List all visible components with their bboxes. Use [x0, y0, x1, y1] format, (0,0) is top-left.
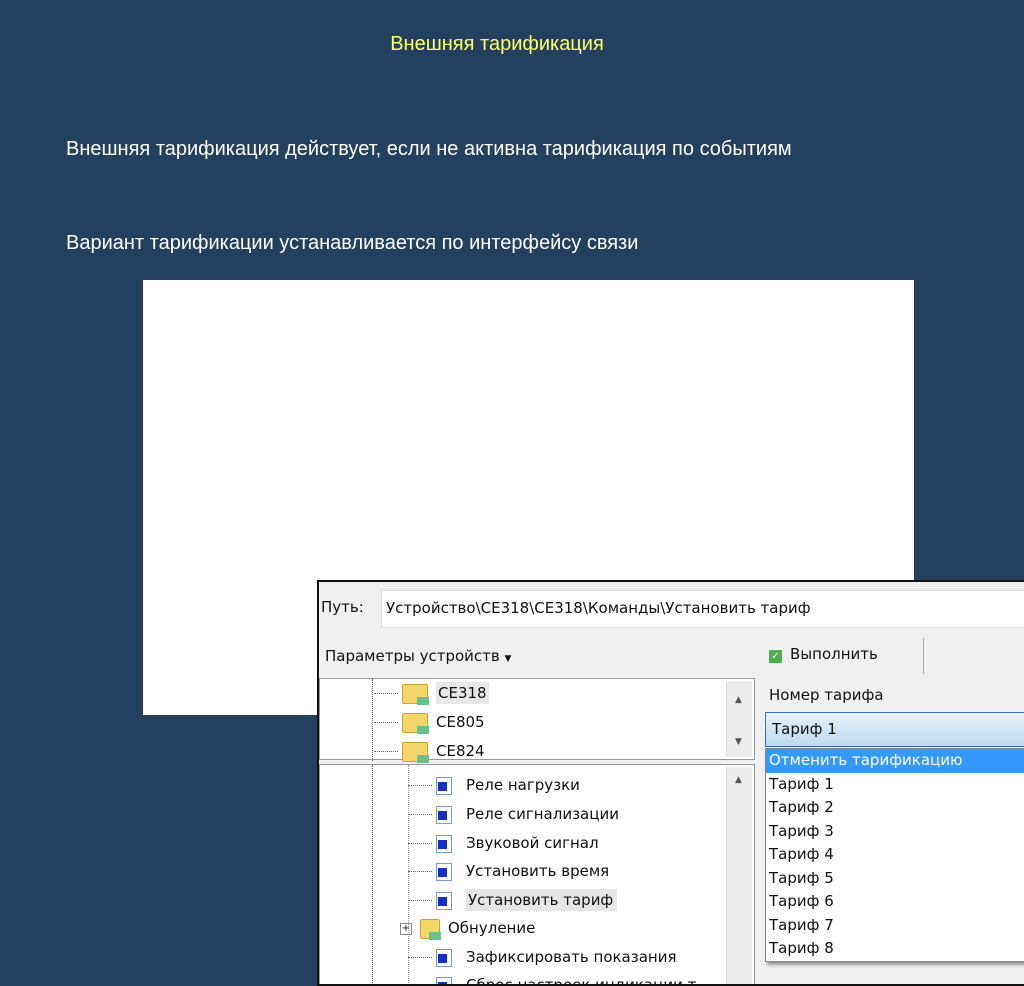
checkmark-icon: ✓: [769, 650, 782, 663]
tree-item-command[interactable]: Звуковой сигнал: [408, 831, 599, 855]
tree-item-folder[interactable]: + Обнуление: [400, 916, 535, 940]
command-label: Реле нагрузки: [466, 776, 580, 794]
tree-item-device[interactable]: CE318: [374, 681, 489, 705]
scroll-down-icon[interactable]: ▼: [735, 737, 742, 747]
path-label: Путь:: [321, 598, 364, 616]
dropdown-option[interactable]: Тариф 8: [766, 937, 1024, 961]
command-label: Звуковой сигнал: [466, 834, 599, 852]
tariff-combo[interactable]: Тариф 1: [765, 712, 1024, 747]
path-input[interactable]: Устройство\CE318\CE318\Команды\Установит…: [381, 590, 1024, 628]
command-tree: Реле нагрузки Реле сигнализации Звуковой…: [319, 764, 755, 986]
tree-item-command[interactable]: Реле сигнализации: [408, 802, 619, 826]
field-label: Номер тарифа: [769, 686, 884, 704]
dropdown-option[interactable]: Тариф 4: [766, 843, 1024, 867]
command-label: Зафиксировать показания: [466, 948, 677, 966]
device-label: CE824: [436, 742, 485, 760]
dropdown-option[interactable]: Тариф 7: [766, 914, 1024, 938]
scroll-up-icon[interactable]: ▲: [735, 695, 742, 705]
tree-line: [372, 679, 373, 761]
command-label: Реле сигнализации: [466, 805, 619, 823]
command-icon: [436, 892, 452, 910]
command-icon: [436, 977, 452, 986]
dropdown-option[interactable]: Отменить тарификацию: [766, 749, 1024, 773]
tree-item-command[interactable]: Зафиксировать показания: [408, 945, 677, 969]
app-window: Путь: Устройство\CE318\CE318\Команды\Уст…: [317, 580, 1024, 986]
tree-item-device[interactable]: CE805: [374, 710, 485, 734]
dropdown-option[interactable]: Тариф 3: [766, 820, 1024, 844]
tree-line: [372, 765, 373, 986]
toolbar-divider: [923, 638, 924, 674]
tree-item-command[interactable]: Сброс настроек индикации т: [408, 973, 696, 986]
command-icon: [436, 777, 452, 795]
command-icon: [436, 835, 452, 853]
tree-item-command-selected[interactable]: Установить тариф: [408, 888, 617, 912]
execute-button[interactable]: ✓ Выполнить: [769, 645, 878, 663]
tree-item-command[interactable]: Реле нагрузки: [408, 773, 580, 797]
expand-icon[interactable]: +: [400, 923, 412, 935]
command-icon: [436, 806, 452, 824]
screenshot-frame: Путь: Устройство\CE318\CE318\Команды\Уст…: [143, 280, 914, 715]
device-label: CE318: [436, 682, 489, 704]
folder-icon: [420, 919, 440, 939]
slide-paragraph-1: Внешняя тарификация действует, если не а…: [66, 135, 906, 164]
command-label: Обнуление: [448, 919, 535, 937]
tree-item-command[interactable]: Установить время: [408, 859, 609, 883]
params-menu-label: Параметры устройств: [325, 647, 500, 665]
dropdown-option[interactable]: Тариф 1: [766, 773, 1024, 797]
command-label: Сброс настроек индикации т: [466, 976, 696, 986]
device-folder-icon: [402, 713, 428, 733]
command-icon: [436, 949, 452, 967]
command-label: Установить время: [466, 862, 609, 880]
scrollbar[interactable]: ▲: [726, 767, 752, 986]
scrollbar[interactable]: ▲▼: [726, 681, 752, 757]
device-tree: CE318 CE805 CE824 ▲▼: [319, 678, 755, 760]
command-icon: [436, 863, 452, 881]
dropdown-option[interactable]: Тариф 2: [766, 796, 1024, 820]
params-menu[interactable]: Параметры устройств ▼: [325, 647, 511, 665]
device-label: CE805: [436, 713, 485, 731]
device-folder-icon: [402, 684, 428, 704]
dropdown-option[interactable]: Тариф 5: [766, 867, 1024, 891]
execute-label: Выполнить: [790, 645, 878, 663]
tree-item-device[interactable]: CE824: [374, 739, 485, 763]
command-label: Установить тариф: [466, 889, 617, 911]
scroll-up-icon[interactable]: ▲: [735, 775, 742, 785]
slide-paragraph-2: Вариант тарификации устанавливается по и…: [66, 229, 906, 258]
dropdown-option[interactable]: Тариф 6: [766, 890, 1024, 914]
chevron-down-icon: ▼: [505, 654, 512, 664]
slide-title: Внешняя тарификация: [0, 33, 994, 56]
tariff-dropdown-list: Отменить тарификацию Тариф 1 Тариф 2 Тар…: [765, 748, 1024, 962]
device-folder-icon: [402, 742, 428, 762]
